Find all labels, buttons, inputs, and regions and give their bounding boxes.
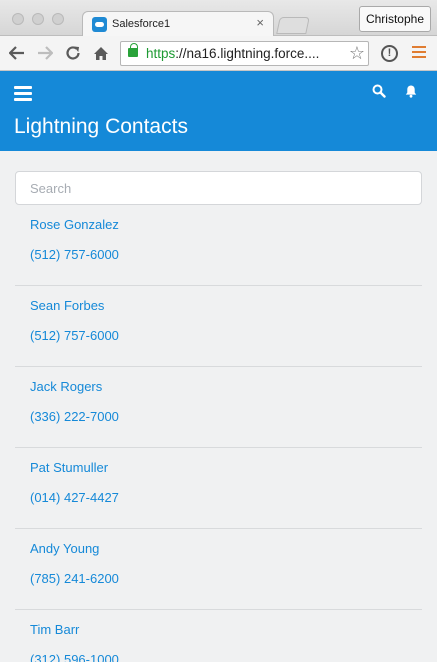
arrow-left-icon <box>9 46 24 60</box>
contact-phone[interactable]: (512) 757-6000 <box>30 328 119 343</box>
window-zoom-button[interactable] <box>52 13 64 25</box>
url-host: ://na16.lightning.force.... <box>175 46 320 61</box>
contact-name[interactable]: Sean Forbes <box>30 298 104 313</box>
back-button[interactable] <box>6 42 28 64</box>
new-tab-button[interactable] <box>276 17 310 34</box>
url-text: https://na16.lightning.force.... <box>146 46 319 61</box>
url-scheme: https <box>146 46 176 61</box>
search-icon[interactable] <box>371 83 387 99</box>
search-input[interactable] <box>15 171 422 205</box>
contact-name[interactable]: Rose Gonzalez <box>30 217 119 232</box>
bell-icon[interactable] <box>403 83 419 99</box>
list-item[interactable]: Sean Forbes (512) 757-6000 <box>15 286 422 367</box>
page-title: Lightning Contacts <box>14 115 188 138</box>
window-minimize-button[interactable] <box>32 13 44 25</box>
contact-phone[interactable]: (785) 241-6200 <box>30 571 119 586</box>
list-item[interactable]: Rose Gonzalez (512) 757-6000 <box>15 205 422 286</box>
list-item[interactable]: Pat Stumuller (014) 427-4427 <box>15 448 422 529</box>
reload-icon <box>66 46 80 60</box>
reload-button[interactable] <box>62 42 84 64</box>
profile-button[interactable]: Christophe <box>358 6 431 32</box>
app-header: Lightning Contacts <box>0 71 437 151</box>
contact-name[interactable]: Jack Rogers <box>30 379 102 394</box>
list-item[interactable]: Tim Barr (312) 596-1000 <box>15 610 422 662</box>
contact-name[interactable]: Pat Stumuller <box>30 460 108 475</box>
home-button[interactable] <box>90 42 112 64</box>
salesforce-cloud-icon <box>92 17 107 32</box>
arrow-right-icon <box>38 46 53 60</box>
tab-close-icon[interactable]: × <box>256 16 264 29</box>
tab-title: Salesforce1 <box>112 18 171 30</box>
contact-list: Rose Gonzalez (512) 757-6000 Sean Forbes… <box>15 205 422 662</box>
lock-icon <box>128 43 138 57</box>
list-item[interactable]: Andy Young (785) 241-6200 <box>15 529 422 610</box>
address-bar[interactable]: https://na16.lightning.force.... ☆ <box>120 41 369 66</box>
window-close-button[interactable] <box>12 13 24 25</box>
browser-tab-strip: Salesforce1 × Christophe <box>0 0 437 37</box>
contact-phone[interactable]: (312) 596-1000 <box>30 652 119 662</box>
contact-phone[interactable]: (014) 427-4427 <box>30 490 119 505</box>
contact-name[interactable]: Tim Barr <box>30 622 79 637</box>
contact-phone[interactable]: (512) 757-6000 <box>30 247 119 262</box>
list-item[interactable]: Jack Rogers (336) 222-7000 <box>15 367 422 448</box>
hamburger-icon[interactable] <box>14 86 32 101</box>
browser-tab[interactable]: Salesforce1 × <box>82 11 274 37</box>
home-icon <box>94 46 108 60</box>
forward-button[interactable] <box>34 42 56 64</box>
menu-icon[interactable] <box>412 46 426 60</box>
contact-phone[interactable]: (336) 222-7000 <box>30 409 119 424</box>
contact-name[interactable]: Andy Young <box>30 541 99 556</box>
browser-toolbar: https://na16.lightning.force.... ☆ ! <box>0 36 437 71</box>
star-icon[interactable]: ☆ <box>349 43 365 64</box>
info-icon[interactable]: ! <box>381 45 398 62</box>
